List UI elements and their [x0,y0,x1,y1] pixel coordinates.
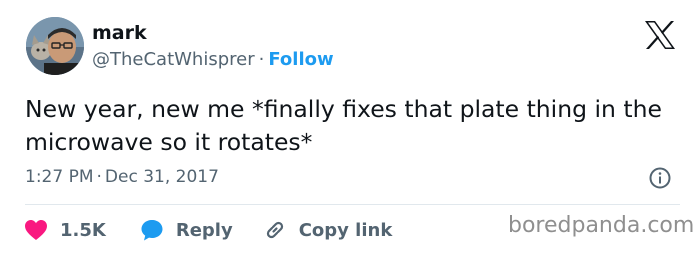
reply-label: Reply [175,219,233,241]
reply-button[interactable]: Reply [140,218,233,242]
tweet-timestamp[interactable]: 1:27 PM · Dec 31, 2017 [25,167,219,187]
copy-link-button[interactable]: Copy link [263,218,393,242]
tweet-time: 1:27 PM [25,167,94,187]
divider [25,204,680,205]
avatar-photo [26,17,84,75]
watermark: boredpanda.com [508,213,695,238]
like-button[interactable]: 1.5K [24,219,106,241]
heart-icon [25,220,47,240]
author-handle-row: @TheCatWhisprer · Follow [92,49,334,70]
tweet-text: New year, new me *finally fixes that pla… [25,95,662,156]
timestamp-separator: · [96,167,102,187]
link-icon [266,221,283,239]
avatar[interactable] [26,17,84,75]
speech-bubble-icon [141,220,163,241]
author-name[interactable]: mark [92,22,147,44]
action-bar: 1.5K Reply Copy link [24,216,392,244]
tweet-date: Dec 31, 2017 [104,167,219,187]
x-logo-icon[interactable] [644,20,676,50]
info-icon[interactable] [648,166,672,190]
copy-link-label: Copy link [298,219,393,241]
follow-button[interactable]: Follow [268,49,333,70]
handle-separator: · [258,49,265,70]
like-count: 1.5K [60,219,106,241]
author-handle[interactable]: @TheCatWhisprer [92,49,255,70]
